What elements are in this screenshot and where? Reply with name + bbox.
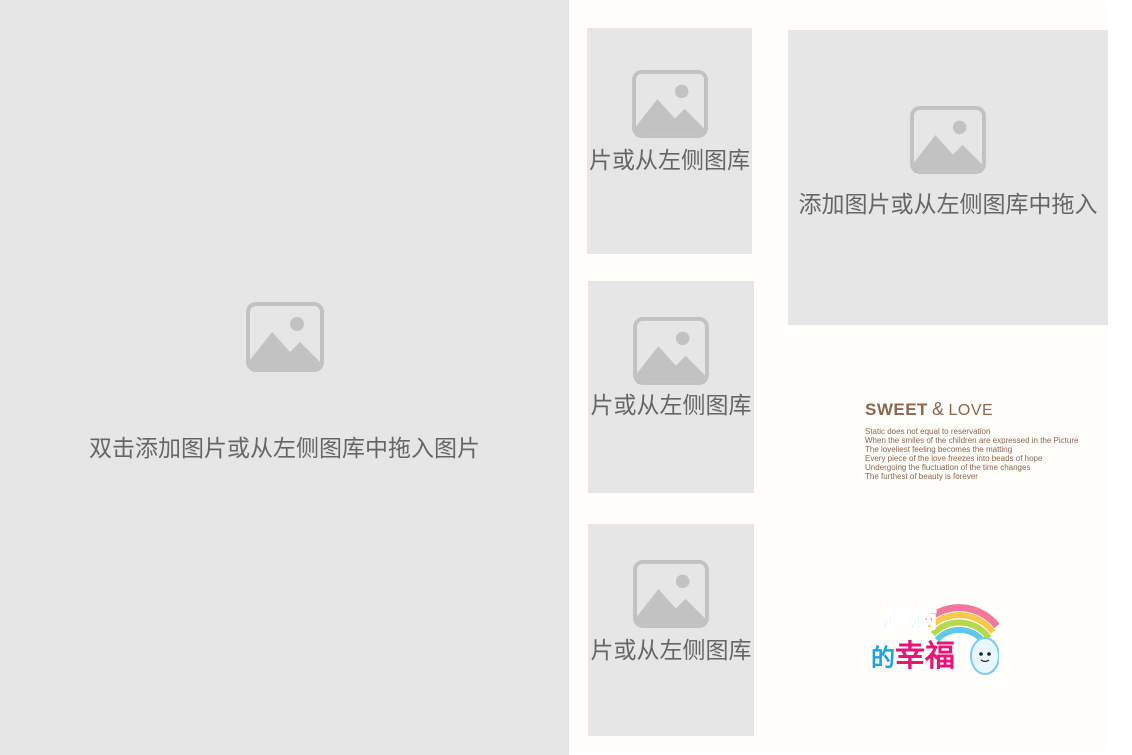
sticker-line2: 的幸福 [871, 642, 955, 672]
image-placeholder-icon [633, 560, 709, 628]
placeholder-text: 片或从左侧图库 [590, 638, 752, 664]
sweet-love-title: SWEET & LOVE [865, 400, 1105, 419]
sticker-xingfu: 幸福 [895, 639, 955, 674]
photo-slot-3[interactable]: 片或从左侧图库 [588, 524, 754, 736]
title-word-love: LOVE [948, 402, 994, 419]
sticker-char-de: 的 [871, 644, 895, 672]
image-placeholder-icon [245, 302, 324, 372]
placeholder-text: 片或从左侧图库 [589, 148, 750, 174]
sweet-line: The furthest of beauty is forever [865, 472, 978, 481]
sweet-love-text-block[interactable]: SWEET & LOVE Static does not equal to rese… [865, 400, 1105, 481]
title-word-sweet: SWEET [865, 400, 928, 419]
placeholder-text: 双击添加图片或从左侧图库中拖入图片 [89, 436, 480, 462]
sweet-line: When the smiles of the children are expr… [865, 436, 1079, 445]
photo-slot-main[interactable]: 双击添加图片或从左侧图库中拖入图片 [0, 0, 569, 755]
sweet-line: Undergoing the fluctuation of the time c… [865, 463, 1031, 472]
photo-slot-4[interactable]: 添加图片或从左侧图库中拖入 [788, 30, 1108, 325]
photo-slot-1[interactable]: 片或从左侧图库 [587, 28, 752, 254]
placeholder-text: 添加图片或从左侧图库中拖入 [798, 192, 1098, 218]
happiness-sticker[interactable]: 满满 的幸福 [867, 582, 1000, 686]
photo-slot-2[interactable]: 片或从左侧图库 [588, 281, 754, 493]
placeholder-text: 片或从左侧图库 [590, 393, 752, 419]
left-page: 双击添加图片或从左侧图库中拖入图片 [0, 0, 569, 755]
right-page: 片或从左侧图库 片或从左侧图库 片或从左侧图库 添加图片或从左侧图库中拖入 SW… [569, 0, 1132, 755]
sweet-line: Static does not equal to reservation [865, 427, 991, 436]
image-placeholder-icon [631, 70, 708, 138]
image-placeholder-icon [910, 106, 986, 174]
sweet-line: Every piece of the love freezes into bea… [865, 454, 1043, 463]
image-placeholder-icon [633, 317, 709, 385]
sweet-line: The loveliest feeling becomes the mattin… [865, 445, 1013, 454]
sticker-line1: 满满 [880, 601, 938, 634]
title-ampersand: & [931, 399, 945, 419]
right-page-canvas: 片或从左侧图库 片或从左侧图库 片或从左侧图库 添加图片或从左侧图库中拖入 SW… [575, 4, 1108, 750]
